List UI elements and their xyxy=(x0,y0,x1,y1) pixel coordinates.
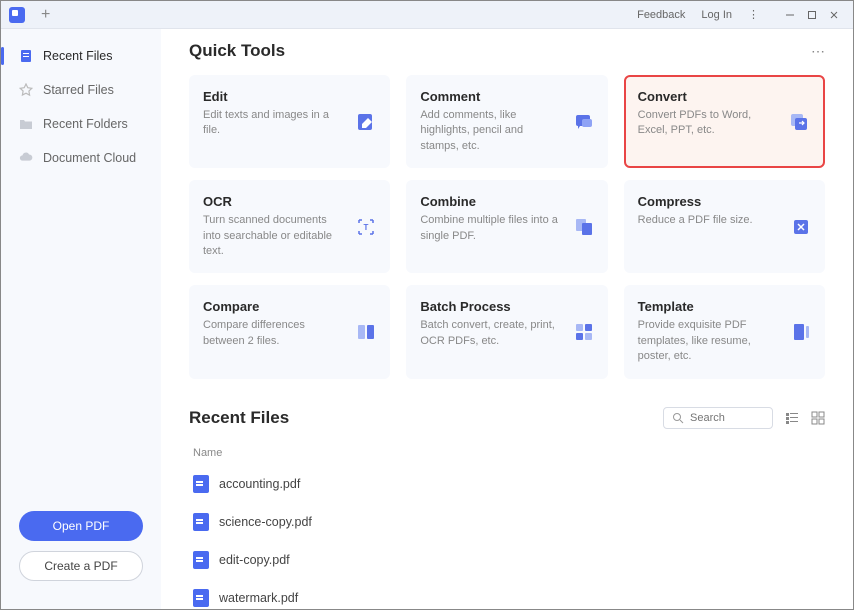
file-row[interactable]: science-copy.pdf xyxy=(189,503,825,541)
combine-icon xyxy=(574,217,594,237)
file-name: science-copy.pdf xyxy=(219,515,312,529)
tool-card-compare[interactable]: Compare Compare differences between 2 fi… xyxy=(189,285,390,378)
create-pdf-button[interactable]: Create a PDF xyxy=(19,551,143,581)
tool-card-template[interactable]: Template Provide exquisite PDF templates… xyxy=(624,285,825,378)
feedback-link[interactable]: Feedback xyxy=(633,5,689,25)
svg-text:T: T xyxy=(364,223,369,232)
open-pdf-button[interactable]: Open PDF xyxy=(19,511,143,541)
tool-desc: Combine multiple files into a single PDF… xyxy=(420,213,560,244)
sidebar-item-label: Recent Folders xyxy=(43,117,128,131)
maximize-button[interactable] xyxy=(801,5,823,25)
comment-icon xyxy=(574,112,594,132)
tool-title: OCR xyxy=(203,194,376,209)
file-icon xyxy=(19,49,33,63)
tool-card-edit[interactable]: Edit Edit texts and images in a file. xyxy=(189,75,390,168)
sidebar-item-starred-files[interactable]: Starred Files xyxy=(1,73,161,107)
sidebar-item-label: Recent Files xyxy=(43,49,112,63)
tool-desc: Turn scanned documents into searchable o… xyxy=(203,213,343,259)
login-link[interactable]: Log In xyxy=(697,5,736,25)
ocr-icon: T xyxy=(356,217,376,237)
sidebar-item-label: Starred Files xyxy=(43,83,114,97)
folder-icon xyxy=(19,117,33,131)
app-logo-icon xyxy=(9,7,25,23)
template-icon xyxy=(791,322,811,342)
convert-icon xyxy=(789,112,809,132)
file-name: accounting.pdf xyxy=(219,477,300,491)
file-row[interactable]: watermark.pdf xyxy=(189,579,825,609)
tool-card-combine[interactable]: Combine Combine multiple files into a si… xyxy=(406,180,607,273)
quick-tools-title: Quick Tools xyxy=(189,41,285,61)
main-content: Quick Tools ⋯ Edit Edit texts and images… xyxy=(161,29,853,609)
tool-title: Combine xyxy=(420,194,593,209)
grid-view-icon[interactable] xyxy=(811,411,825,425)
search-input[interactable] xyxy=(690,412,760,424)
close-button[interactable] xyxy=(823,5,845,25)
recent-files-title: Recent Files xyxy=(189,408,289,428)
tool-desc: Add comments, like highlights, pencil an… xyxy=(420,108,560,154)
batch-icon xyxy=(574,322,594,342)
tool-title: Comment xyxy=(420,89,593,104)
minimize-button[interactable] xyxy=(779,5,801,25)
file-list-name-header: Name xyxy=(189,441,825,465)
sidebar-item-recent-folders[interactable]: Recent Folders xyxy=(1,107,161,141)
more-icon[interactable]: ⋯ xyxy=(811,43,825,60)
tool-desc: Provide exquisite PDF templates, like re… xyxy=(638,318,778,364)
new-tab-button[interactable]: + xyxy=(35,6,56,24)
sidebar-item-recent-files[interactable]: Recent Files xyxy=(1,39,161,73)
tools-grid: Edit Edit texts and images in a file. Co… xyxy=(189,75,825,379)
list-view-icon[interactable] xyxy=(785,411,799,425)
tool-card-ocr[interactable]: OCR Turn scanned documents into searchab… xyxy=(189,180,390,273)
pdf-file-icon xyxy=(193,475,209,493)
tool-desc: Reduce a PDF file size. xyxy=(638,213,778,228)
sidebar-item-document-cloud[interactable]: Document Cloud xyxy=(1,141,161,175)
edit-icon xyxy=(356,112,376,132)
search-icon xyxy=(672,412,684,424)
search-box[interactable] xyxy=(663,407,773,429)
tool-title: Batch Process xyxy=(420,299,593,314)
file-name: edit-copy.pdf xyxy=(219,553,290,567)
tool-card-batch[interactable]: Batch Process Batch convert, create, pri… xyxy=(406,285,607,378)
file-row[interactable]: accounting.pdf xyxy=(189,465,825,503)
sidebar: Recent Files Starred Files Recent Folder… xyxy=(1,29,161,609)
tool-card-compress[interactable]: Compress Reduce a PDF file size. xyxy=(624,180,825,273)
pdf-file-icon xyxy=(193,551,209,569)
tool-title: Template xyxy=(638,299,811,314)
tool-desc: Compare differences between 2 files. xyxy=(203,318,343,349)
tool-desc: Batch convert, create, print, OCR PDFs, … xyxy=(420,318,560,349)
tool-title: Compress xyxy=(638,194,811,209)
cloud-icon xyxy=(19,151,33,165)
compress-icon xyxy=(791,217,811,237)
kebab-menu-icon[interactable]: ⋮ xyxy=(744,4,763,25)
tool-desc: Edit texts and images in a file. xyxy=(203,108,343,139)
star-icon xyxy=(19,83,33,97)
tool-desc: Convert PDFs to Word, Excel, PPT, etc. xyxy=(638,108,778,139)
file-name: watermark.pdf xyxy=(219,591,298,605)
tool-card-comment[interactable]: Comment Add comments, like highlights, p… xyxy=(406,75,607,168)
sidebar-item-label: Document Cloud xyxy=(43,151,136,165)
tool-card-convert[interactable]: Convert Convert PDFs to Word, Excel, PPT… xyxy=(624,75,825,168)
tool-title: Edit xyxy=(203,89,376,104)
pdf-file-icon xyxy=(193,589,209,607)
tool-title: Compare xyxy=(203,299,376,314)
titlebar: + Feedback Log In ⋮ xyxy=(1,1,853,29)
tool-title: Convert xyxy=(638,89,811,104)
compare-icon xyxy=(356,322,376,342)
file-row[interactable]: edit-copy.pdf xyxy=(189,541,825,579)
pdf-file-icon xyxy=(193,513,209,531)
